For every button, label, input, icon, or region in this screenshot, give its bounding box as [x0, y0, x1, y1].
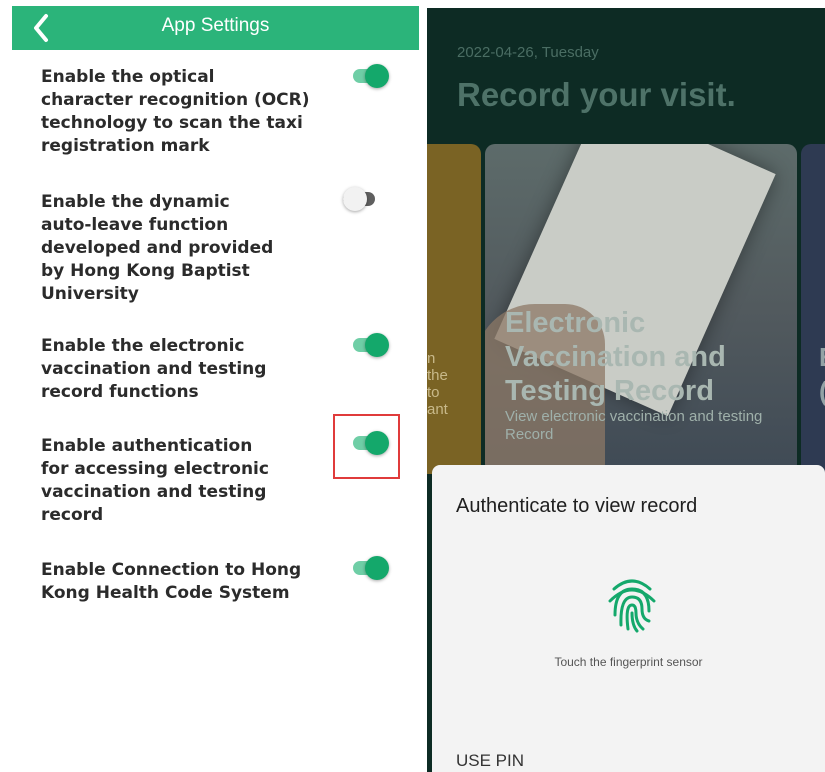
health-code-toggle[interactable]: [353, 556, 389, 580]
use-pin-button[interactable]: USE PIN: [456, 751, 524, 771]
setting-auto-leave-label: Enable the dynamic auto-leave function d…: [41, 192, 274, 304]
app-bar: App Settings: [12, 6, 419, 50]
setting-ocr-label: Enable the optical character recognition…: [41, 67, 310, 156]
toggle-thumb: [365, 333, 389, 357]
toggle-thumb: [365, 556, 389, 580]
fingerprint-hint: Touch the fingerprint sensor: [554, 655, 703, 669]
setting-vaccination-record-label: Enable the electronic vaccination and te…: [41, 336, 267, 402]
fingerprint-icon[interactable]: [605, 575, 659, 633]
left-card[interactable]: [427, 144, 481, 474]
card-subtitle: View electronic vaccination and testing …: [505, 408, 763, 443]
toggle-thumb: [365, 64, 389, 88]
sheet-title: Authenticate to view record: [456, 495, 698, 517]
right-card-line: (: [819, 374, 825, 408]
home-screen: 2022-04-26, Tuesday Record your visit. n…: [427, 8, 825, 772]
left-card-text: n the to ant: [427, 350, 448, 418]
toggle-thumb: [343, 187, 367, 211]
left-card-line: the: [427, 367, 448, 384]
left-card-line: ant: [427, 401, 448, 418]
page-title: App Settings: [161, 15, 270, 36]
authentication-sheet: Authenticate to view record Touch the fi…: [432, 465, 825, 772]
right-card-line: E: [819, 340, 825, 374]
right-card-text: E (: [819, 340, 825, 408]
app-settings-screen: App Settings Enable the optical characte…: [0, 0, 430, 772]
setting-health-code-label: Enable Connection to Hong Kong Health Co…: [41, 560, 302, 603]
setting-authentication-label: Enable authentication for accessing elec…: [41, 436, 269, 525]
left-card-line: n: [427, 350, 436, 367]
date-label: 2022-04-26, Tuesday: [457, 44, 599, 61]
auto-leave-toggle[interactable]: [343, 187, 377, 211]
highlight-box: [333, 414, 400, 479]
ocr-toggle[interactable]: [353, 64, 389, 88]
right-card[interactable]: [801, 144, 825, 474]
headline: Record your visit.: [457, 76, 736, 113]
card-title: Electronic Vaccination and Testing Recor…: [505, 307, 726, 407]
vaccination-record-toggle[interactable]: [353, 333, 389, 357]
left-card-line: to: [427, 384, 440, 401]
